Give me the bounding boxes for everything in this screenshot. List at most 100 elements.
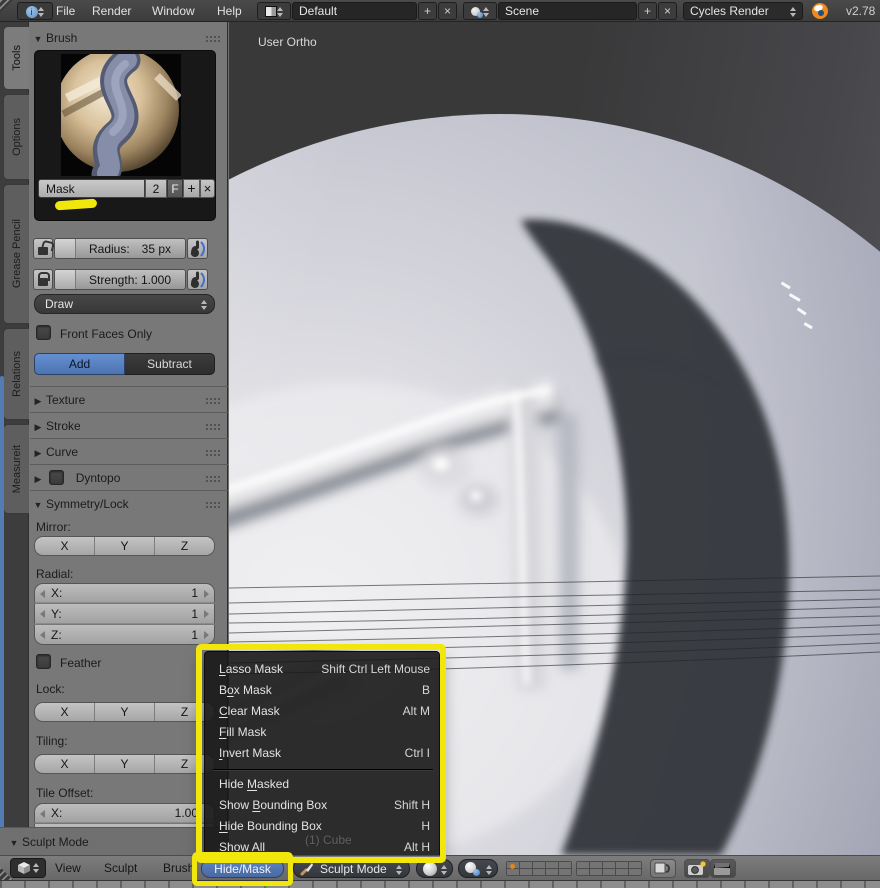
opengl-render-animation-button[interactable] xyxy=(710,859,736,878)
panel-header-sculpt-mode[interactable]: ▼ Sculpt Mode xyxy=(6,830,204,854)
tiling-x-button[interactable]: X xyxy=(35,755,95,773)
tiling-label: Tiling: xyxy=(36,734,68,748)
tab-grease-pencil[interactable]: Grease Pencil xyxy=(3,184,29,324)
radial-z-field[interactable]: Z: 1 xyxy=(34,625,215,645)
matcap-shading-dropdown[interactable] xyxy=(416,859,453,878)
tab-measureit[interactable]: Measureit xyxy=(3,424,29,514)
current-frame-marker[interactable] xyxy=(265,881,267,888)
panel-header-dyntopo[interactable]: ▶ Dyntopo xyxy=(30,466,228,490)
stroke-method-dropdown[interactable]: Draw xyxy=(34,294,215,314)
timeline-strip[interactable] xyxy=(0,880,880,888)
menu-render[interactable]: Render xyxy=(86,0,137,22)
decrement-icon[interactable] xyxy=(40,810,45,818)
menu-item-box-mask[interactable]: Box Mask B xyxy=(205,680,441,701)
brush-name-field[interactable]: Mask xyxy=(38,179,145,198)
strength-slider[interactable]: Strength: 1.000 xyxy=(54,269,186,290)
tiling-y-button[interactable]: Y xyxy=(95,755,155,773)
mirror-z-button[interactable]: Z xyxy=(155,537,214,555)
menu-item-invert-mask[interactable]: Invert Mask Ctrl I xyxy=(205,743,441,764)
tab-tools[interactable]: Tools xyxy=(3,26,29,90)
increment-icon[interactable] xyxy=(204,631,209,639)
radial-x-field[interactable]: X: 1 xyxy=(34,583,215,603)
strength-unified-lock-button[interactable] xyxy=(33,269,53,290)
radial-y-field[interactable]: Y: 1 xyxy=(34,604,215,624)
panel-drag-handle[interactable] xyxy=(205,501,220,509)
radius-unified-lock-button[interactable] xyxy=(33,238,53,259)
menu-help[interactable]: Help xyxy=(211,0,248,22)
increment-icon[interactable] xyxy=(204,610,209,618)
editor-type-dropdown[interactable]: i xyxy=(17,2,53,20)
menu-sculpt[interactable]: Sculpt xyxy=(104,856,137,881)
tool-shelf-scrollbar[interactable] xyxy=(0,376,4,854)
menu-item-fill-mask[interactable]: Fill Mask xyxy=(205,722,441,743)
panel-drag-handle[interactable] xyxy=(205,35,220,43)
radius-pressure-button[interactable] xyxy=(187,238,208,259)
panel-header-stroke[interactable]: ▶ Stroke xyxy=(30,414,228,438)
menu-item-hide-bounding-box[interactable]: Hide Bounding Box H xyxy=(205,816,441,837)
panel-drag-handle[interactable] xyxy=(205,397,220,405)
panel-header-brush[interactable]: ▼ Brush xyxy=(30,26,228,50)
menu-item-show-bounding-box[interactable]: Show Bounding Box Shift H xyxy=(205,795,441,816)
front-faces-only-checkbox[interactable] xyxy=(36,325,51,340)
decrement-icon[interactable] xyxy=(40,610,45,618)
mirror-x-button[interactable]: X xyxy=(35,537,95,555)
increment-icon[interactable] xyxy=(204,590,209,598)
menu-item-lasso-mask[interactable]: Lasso Mask Shift Ctrl Left Mouse xyxy=(205,659,441,680)
decrement-icon[interactable] xyxy=(40,590,45,598)
mirror-axis-buttons: X Y Z xyxy=(34,536,215,556)
menu-hide-mask[interactable]: Hide/Mask xyxy=(201,859,284,878)
panel-drag-handle[interactable] xyxy=(205,475,220,483)
screen-layout-name-field[interactable]: Default xyxy=(292,2,417,20)
feather-checkbox[interactable] xyxy=(36,654,51,669)
editor-type-dropdown[interactable] xyxy=(10,858,46,878)
tile-offset-x-field[interactable]: X: 1.00 xyxy=(34,803,215,823)
add-brush-button[interactable]: + xyxy=(183,179,200,198)
3d-view-cube-icon xyxy=(17,862,30,874)
radius-slider[interactable]: Radius: 35 px xyxy=(54,238,186,259)
mirror-y-button[interactable]: Y xyxy=(95,537,155,555)
opengl-render-image-button[interactable] xyxy=(684,859,710,878)
layers-group-1[interactable] xyxy=(506,861,572,876)
menu-item-hide-masked[interactable]: Hide Masked xyxy=(205,774,441,795)
panel-header-symmetry-lock[interactable]: ▼ Symmetry/Lock xyxy=(30,492,228,516)
menu-view[interactable]: View xyxy=(55,856,81,881)
close-scene-button[interactable]: × xyxy=(658,2,677,20)
dyntopo-checkbox[interactable] xyxy=(49,470,65,485)
strength-pressure-button[interactable] xyxy=(187,269,208,290)
add-direction-button[interactable]: Add xyxy=(34,353,125,375)
corner-grip[interactable] xyxy=(0,0,13,13)
fake-user-button[interactable]: F xyxy=(167,179,183,198)
layers-group-2[interactable] xyxy=(576,861,642,876)
menu-window[interactable]: Window xyxy=(146,0,201,22)
decrement-icon[interactable] xyxy=(40,631,45,639)
render-engine-dropdown[interactable]: Cycles Render xyxy=(683,2,803,20)
lock-to-scene-button[interactable] xyxy=(650,859,676,878)
layer-cell-active[interactable] xyxy=(507,862,519,869)
interaction-mode-dropdown[interactable]: Sculpt Mode xyxy=(293,859,410,878)
menu-brush[interactable]: Brush xyxy=(163,856,194,881)
screen-layout-browse-button[interactable] xyxy=(257,2,291,20)
scene-name-field[interactable]: Scene xyxy=(498,2,637,20)
menu-item-clear-mask[interactable]: Clear Mask Alt M xyxy=(205,701,441,722)
feather-label: Feather xyxy=(60,656,102,670)
panel-header-curve[interactable]: ▶ Curve xyxy=(30,440,228,464)
scene-browse-button[interactable] xyxy=(463,2,497,20)
tab-relations[interactable]: Relations xyxy=(3,328,29,420)
panel-drag-handle[interactable] xyxy=(205,449,220,457)
panel-drag-handle[interactable] xyxy=(205,423,220,431)
brush-users-count-button[interactable]: 2 xyxy=(145,179,167,198)
menu-file[interactable]: File xyxy=(50,0,81,22)
lock-y-button[interactable]: Y xyxy=(95,703,155,721)
close-screen-layout-button[interactable]: × xyxy=(438,2,457,20)
pivot-point-dropdown[interactable] xyxy=(458,859,498,878)
tab-options[interactable]: Options xyxy=(3,94,29,180)
panel-header-texture[interactable]: ▶ Texture xyxy=(30,388,228,412)
add-screen-layout-button[interactable]: + xyxy=(418,2,437,20)
matcap-sphere-icon xyxy=(423,861,437,876)
subtract-direction-button[interactable]: Subtract xyxy=(125,353,215,375)
lock-x-button[interactable]: X xyxy=(35,703,95,721)
brush-preview-image[interactable] xyxy=(61,54,181,176)
version-label: v2.78 xyxy=(846,4,876,18)
add-scene-button[interactable]: + xyxy=(638,2,657,20)
unlink-brush-button[interactable]: × xyxy=(200,179,215,198)
